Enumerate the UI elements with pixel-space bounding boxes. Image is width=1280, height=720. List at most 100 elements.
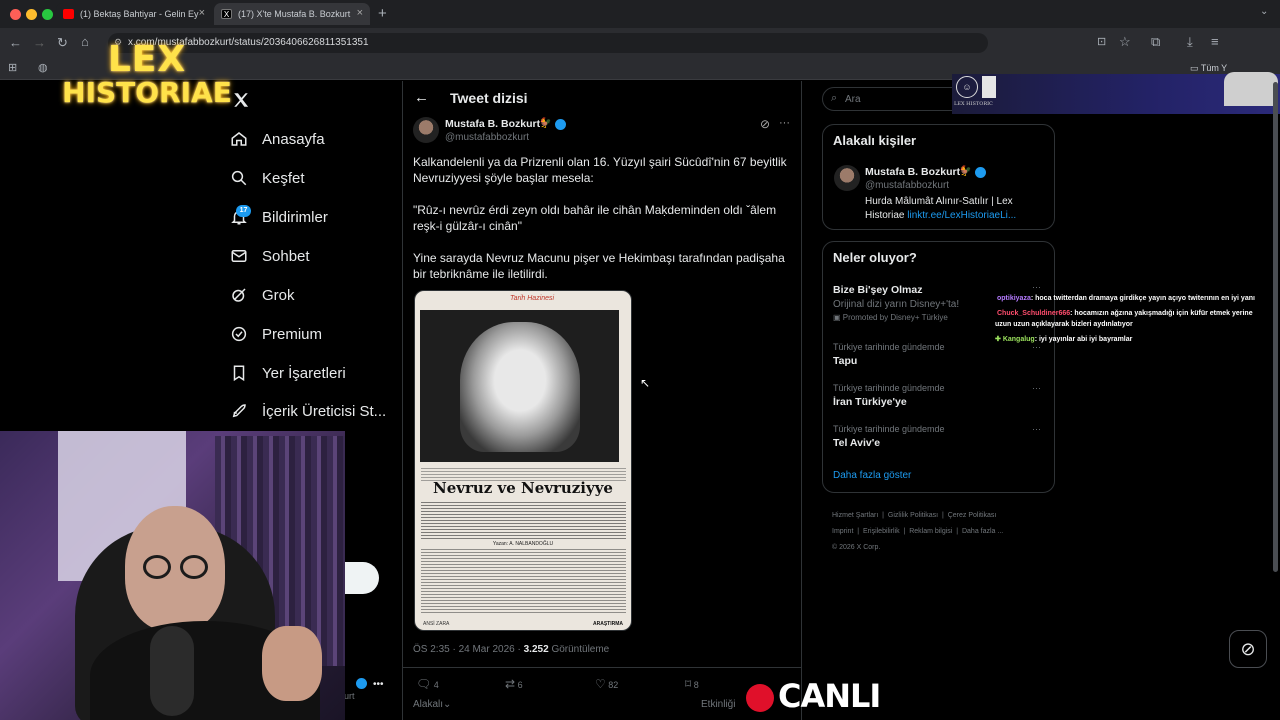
author-avatar[interactable] <box>413 117 439 143</box>
copyright: © 2026 X Corp. <box>832 544 881 551</box>
footer-link[interactable]: Erişilebilirlik <box>863 528 900 535</box>
close-tab-icon[interactable]: × <box>199 7 205 19</box>
install-app-icon[interactable]: ⊡ <box>1097 35 1106 48</box>
view-count: 3.252 <box>523 644 549 655</box>
browser-tab[interactable]: (1) Bektaş Bahtiyar - Gelin Ey × <box>56 3 212 25</box>
reply-icon: 🗨 <box>416 677 432 691</box>
bookmark-star-icon[interactable]: ☆ <box>1119 34 1131 50</box>
related-name[interactable]: Mustafa B. Bozkurt <box>865 166 960 178</box>
back-arrow-icon[interactable]: ← <box>414 89 429 106</box>
retweet-count: 6 <box>517 680 523 690</box>
sidebar-item-explore[interactable]: Keşfet <box>230 164 305 192</box>
tab-title: (17) X'te Mustafa B. Bozkurt <box>238 9 351 19</box>
footer-link[interactable]: Imprint <box>832 528 853 535</box>
column-logo-icon <box>982 76 996 98</box>
more-options-icon[interactable]: ··· <box>779 117 790 129</box>
all-bookmarks-folder[interactable]: ▭ Tüm Y <box>1190 63 1227 74</box>
retweet-button[interactable]: ⇄ 6 <box>505 677 523 691</box>
close-window-button[interactable] <box>10 9 21 20</box>
sidebar-item-messages[interactable]: Sohbet <box>230 242 310 270</box>
trend-category: Türkiye tarihinde gündemde <box>833 383 945 393</box>
glasses-left <box>143 555 171 579</box>
search-placeholder: Ara <box>845 94 861 105</box>
webcam-feed <box>0 431 345 720</box>
close-tab-icon[interactable]: × <box>357 7 363 19</box>
tweet-image[interactable]: Tarih Hazinesi Nevruz ve Nevruziyye Yaza… <box>414 290 632 631</box>
related-avatar[interactable] <box>834 165 860 191</box>
browser-tab-bar: (1) Bektaş Bahtiyar - Gelin Ey × X (17) … <box>0 0 1280 28</box>
trend-item[interactable]: Türkiye tarihinde gündemde İran Türkiye'… <box>833 383 945 408</box>
browser-tab-active[interactable]: X (17) X'te Mustafa B. Bozkurt × <box>214 3 370 25</box>
footer-link[interactable]: Gizlilik Politikası <box>888 512 938 519</box>
reply-count: 4 <box>433 680 439 690</box>
post-button[interactable] <box>345 562 379 594</box>
author-name[interactable]: Mustafa B. Bozkurt <box>445 118 540 130</box>
home-icon <box>231 132 247 146</box>
footer-link[interactable]: Hizmet Şartları <box>832 512 878 519</box>
image-stamp: ANSİ ZARA <box>423 621 450 627</box>
x-logo-icon: X <box>221 9 232 19</box>
related-link[interactable]: linktr.ee/LexHistoriaeLi... <box>907 210 1016 221</box>
account-handle: urt <box>344 691 355 701</box>
sidebar-item-bookmarks[interactable]: Yer İşaretleri <box>230 359 346 387</box>
new-tab-icon[interactable]: + <box>378 5 387 22</box>
more-options-icon[interactable]: ··· <box>1032 342 1041 352</box>
chat-text: : hoca twitterdan dramaya girdikçe yayın… <box>1030 295 1255 302</box>
grok-float-button[interactable]: ⊘ <box>1229 630 1267 668</box>
trend-item[interactable]: Türkiye tarihinde gündemde Tapu <box>833 342 945 367</box>
scrollbar-thumb[interactable] <box>1273 82 1278 572</box>
tab-activity[interactable]: Etkinliği <box>701 699 735 710</box>
retweet-icon: ⇄ <box>505 677 516 691</box>
heart-icon: ♡ <box>595 677 606 691</box>
like-button[interactable]: ♡ 82 <box>595 677 618 691</box>
image-handwritten-note: Tarih Hazinesi <box>510 295 555 302</box>
more-options-icon[interactable]: ··· <box>1032 282 1041 292</box>
channel-logo: LEX HISTORIAE <box>52 42 242 108</box>
tab-search-icon[interactable]: ⌄ <box>1260 6 1268 17</box>
logo-line2: HISTORIAE <box>62 76 232 109</box>
author-handle[interactable]: @mustafabbozkurt <box>445 132 529 143</box>
like-count: 82 <box>608 680 619 690</box>
maximize-window-button[interactable] <box>42 9 53 20</box>
globe-icon[interactable]: ◍ <box>38 61 48 74</box>
search-icon: ⌕ <box>831 92 838 104</box>
sidebar-item-grok[interactable]: Grok <box>230 281 295 309</box>
sidebar-item-label: Grok <box>262 286 295 304</box>
reply-button[interactable]: 🗨 4 <box>416 677 439 691</box>
mail-icon <box>231 250 247 262</box>
folder-icon: ▭ <box>1190 63 1201 73</box>
footer-links: Hizmet Şartları | Gizlilik Politikası | … <box>832 512 1004 551</box>
person-hand <box>262 626 322 701</box>
tweet-paragraph-1: Kalkandelenli ya da Prizrenli olan 16. Y… <box>413 155 787 185</box>
tab-label: Alakalı <box>413 699 444 710</box>
show-more-link[interactable]: Daha fazla göster <box>833 470 911 481</box>
forward-icon[interactable]: → <box>33 35 46 50</box>
related-handle[interactable]: @mustafabbozkurt <box>865 180 949 191</box>
extensions-icon[interactable]: ⧉ <box>1151 34 1160 50</box>
account-more-icon[interactable]: ••• <box>373 679 384 690</box>
download-icon[interactable]: ⤓ <box>1187 34 1193 50</box>
apps-grid-icon[interactable]: ⊞ <box>8 61 17 74</box>
footer-link[interactable]: Çerez Politikası <box>948 512 997 519</box>
verified-badge-icon <box>555 119 566 130</box>
back-icon[interactable]: ← <box>9 35 22 50</box>
bookmark-button[interactable]: ⌑ 8 <box>685 677 699 691</box>
footer-link[interactable]: Daha fazla ... <box>962 528 1003 535</box>
tab-relevant[interactable]: Alakalı⌄ <box>413 699 451 710</box>
minimize-window-button[interactable] <box>26 9 37 20</box>
grok-icon <box>232 288 246 302</box>
tweet-timestamp[interactable]: ÖS 2:35 · 24 Mar 2026 · <box>413 644 524 655</box>
chat-text: : hocamızın ağzına yakışmadığı için küfü… <box>1070 310 1253 317</box>
sidebar-item-creator-studio[interactable]: İçerik Üreticisi St... <box>230 397 386 425</box>
trend-item[interactable]: Türkiye tarihinde gündemde Tel Aviv'e <box>833 424 945 449</box>
sidebar-item-home[interactable]: Anasayfa <box>230 125 325 153</box>
tweet-paragraph-2: "Rûz-ı nevrûz érdi zeyn oldı bahâr ile c… <box>413 203 777 233</box>
reading-list-icon[interactable]: ≡ <box>1211 34 1219 49</box>
footer-link[interactable]: Reklam bilgisi <box>909 528 952 535</box>
more-options-icon[interactable]: ··· <box>1032 424 1041 434</box>
verified-badge-icon <box>975 167 986 178</box>
grok-icon: ⊘ <box>1240 639 1256 659</box>
sidebar-item-premium[interactable]: Premium <box>230 320 322 348</box>
more-options-icon[interactable]: ··· <box>1032 383 1041 393</box>
grok-explain-icon[interactable]: ⊘ <box>760 117 770 131</box>
